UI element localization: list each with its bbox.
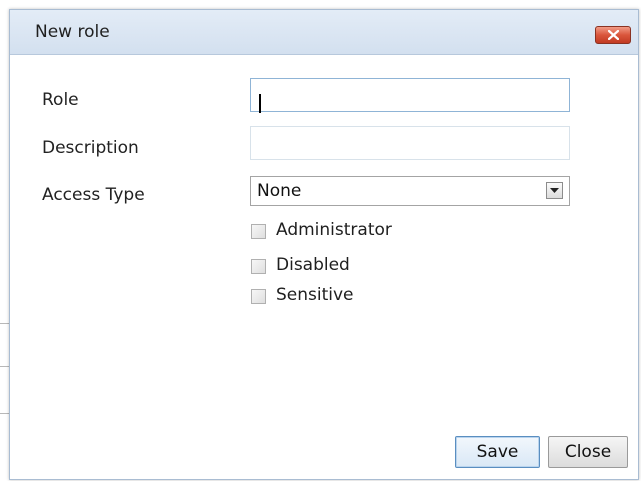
administrator-checkbox-label: Administrator [276, 220, 392, 240]
background-divider [0, 323, 9, 324]
sensitive-checkbox-label: Sensitive [276, 285, 354, 305]
access-type-selected-value: None [257, 181, 302, 201]
sensitive-checkbox[interactable] [251, 289, 266, 304]
access-type-label: Access Type [42, 185, 145, 205]
close-button[interactable]: Close [548, 436, 628, 468]
disabled-checkbox-label: Disabled [276, 255, 350, 275]
dialog-title: New role [35, 22, 110, 42]
save-button[interactable]: Save [455, 436, 540, 468]
role-input[interactable] [250, 78, 570, 112]
description-input[interactable] [250, 126, 570, 160]
dialog-titlebar[interactable]: New role [10, 10, 638, 55]
chevron-down-icon [550, 188, 559, 193]
new-role-dialog: New role Role Description Access Type No… [9, 9, 639, 480]
text-caret [259, 94, 261, 113]
close-x-icon [608, 30, 619, 40]
disabled-checkbox[interactable] [251, 259, 266, 274]
dropdown-arrow-button[interactable] [546, 182, 563, 199]
role-label: Role [42, 90, 79, 110]
screen: New role Role Description Access Type No… [0, 0, 641, 481]
description-label: Description [42, 138, 139, 158]
background-divider [0, 366, 9, 367]
background-divider [0, 413, 9, 414]
dialog-close-button[interactable] [595, 26, 631, 44]
administrator-checkbox[interactable] [251, 224, 266, 239]
access-type-select[interactable]: None [250, 176, 570, 206]
